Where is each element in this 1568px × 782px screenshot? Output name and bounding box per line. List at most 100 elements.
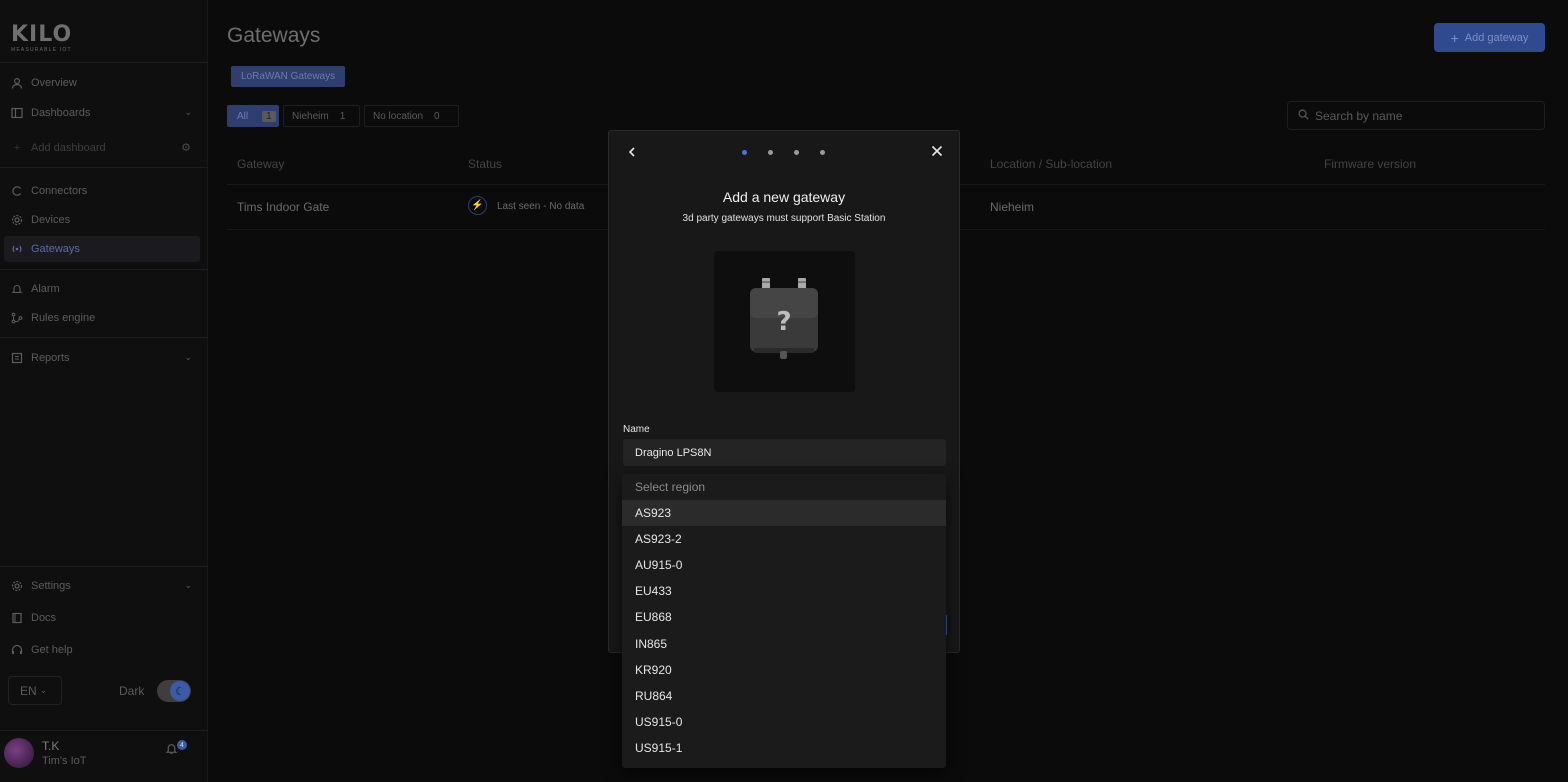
sidebar-item-label: Add dashboard [31, 142, 106, 154]
region-option-us915-1[interactable]: US915-1 [622, 735, 946, 761]
sidebar-item-reports[interactable]: Reports ⌄ [4, 345, 200, 371]
filter-label: All [237, 110, 249, 122]
location-text: Nieheim [990, 200, 1035, 214]
sidebar-item-settings[interactable]: Settings ⌄ [4, 573, 200, 599]
logo[interactable]: KILO MEASURABLE IOT [11, 22, 73, 54]
logo-text: KILO [11, 22, 73, 47]
filter-all[interactable]: All 1 [227, 105, 279, 127]
book-icon [10, 611, 24, 625]
sidebar-item-connectors[interactable]: Connectors [4, 178, 200, 204]
region-option-kr920[interactable]: KR920 [622, 657, 946, 683]
sidebar: KILO MEASURABLE IOT Overview Dashboards … [0, 0, 208, 782]
sidebar-item-overview[interactable]: Overview [4, 70, 200, 96]
region-option-as923[interactable]: AS923 [622, 500, 946, 526]
chevron-down-icon: ⌄ [184, 580, 192, 590]
sidebar-item-rules-engine[interactable]: Rules engine [4, 305, 200, 331]
flow-icon [10, 311, 24, 325]
sidebar-divider [0, 337, 208, 338]
chevron-down-icon: ⌄ [39, 685, 48, 695]
gear-icon[interactable]: ⚙ [181, 141, 191, 154]
sidebar-item-add-dashboard[interactable]: + Add dashboard ⚙ [4, 135, 200, 161]
region-select-placeholder[interactable]: Select region [622, 474, 946, 500]
sidebar-item-label: Gateways [31, 243, 80, 255]
sidebar-item-gateways[interactable]: Gateways [4, 236, 200, 262]
notification-badge: 4 [177, 740, 187, 750]
plus-icon: + [13, 142, 21, 154]
region-option-in865[interactable]: IN865 [622, 631, 946, 657]
region-dropdown[interactable]: Select region AS923 AS923-2 AU915-0 EU43… [622, 474, 946, 768]
help-icon [10, 643, 24, 657]
status-text: Last seen - No data [497, 201, 585, 212]
gear-icon [10, 213, 24, 227]
search-icon [1298, 109, 1309, 123]
page-title: Gateways [227, 24, 321, 47]
sidebar-item-alarm[interactable]: Alarm [4, 276, 200, 302]
step-dot[interactable] [768, 150, 773, 155]
sidebar-divider [0, 566, 208, 567]
filter-no-location[interactable]: No location 0 [364, 105, 459, 127]
back-chevron-icon[interactable] [627, 145, 637, 161]
moon-icon: ☾ [170, 681, 190, 701]
sidebar-divider [0, 167, 208, 168]
connector-icon [10, 184, 24, 198]
filter-nieheim[interactable]: Nieheim 1 [283, 105, 360, 127]
search-input[interactable]: Search by name [1287, 101, 1545, 130]
add-gateway-button[interactable]: + Add gateway [1434, 23, 1545, 52]
sidebar-item-label: Get help [31, 644, 73, 656]
logo-subtitle: MEASURABLE IOT [11, 47, 72, 53]
region-option-eu433[interactable]: EU433 [622, 578, 946, 604]
avatar [4, 738, 34, 768]
dark-mode-label: Dark [119, 684, 145, 698]
region-option-us915-0[interactable]: US915-0 [622, 709, 946, 735]
tab-lorawan-gateways[interactable]: LoRaWAN Gateways [231, 66, 346, 87]
region-option-eu868[interactable]: EU868 [622, 604, 946, 630]
add-gateway-label: Add gateway [1464, 31, 1529, 44]
plus-icon: + [1450, 29, 1459, 46]
column-header-gateway[interactable]: Gateway [237, 157, 284, 171]
sidebar-item-docs[interactable]: Docs [4, 605, 200, 631]
sidebar-item-label: Dashboards [31, 107, 91, 119]
filter-count: 1 [339, 110, 346, 122]
sidebar-item-label: Connectors [31, 185, 88, 197]
region-option-au915-0[interactable]: AU915-0 [622, 552, 946, 578]
chevron-down-icon: ⌄ [184, 352, 192, 362]
column-header-firmware[interactable]: Firmware version [1324, 157, 1416, 171]
sidebar-item-label: Alarm [31, 283, 60, 295]
step-dot[interactable] [794, 150, 799, 155]
sidebar-item-label: Settings [31, 580, 71, 592]
language-value: EN [20, 683, 37, 698]
name-input-value: Dragino LPS8N [635, 446, 712, 459]
sidebar-item-label: Overview [31, 77, 77, 89]
sidebar-divider [0, 730, 208, 731]
sidebar-item-label: Docs [31, 612, 57, 624]
search-placeholder: Search by name [1315, 108, 1403, 123]
region-option-ru864[interactable]: RU864 [622, 683, 946, 709]
gateway-device-image: ? [714, 251, 855, 392]
settings-icon [10, 579, 24, 593]
step-dot[interactable] [820, 150, 825, 155]
column-header-location[interactable]: Location / Sub-location [990, 157, 1112, 171]
filter-label: Nieheim [292, 110, 329, 122]
dashboard-icon [10, 106, 24, 120]
sidebar-item-devices[interactable]: Devices [4, 207, 200, 233]
step-indicator [742, 150, 825, 155]
region-option-as923-2[interactable]: AS923-2 [622, 526, 946, 552]
step-dot[interactable] [742, 150, 747, 155]
name-label: Name [623, 424, 650, 435]
column-header-status[interactable]: Status [468, 157, 502, 171]
sidebar-item-get-help[interactable]: Get help [4, 637, 200, 663]
name-input[interactable]: Dragino LPS8N [623, 439, 946, 466]
sidebar-divider [0, 269, 208, 270]
sidebar-divider [0, 62, 208, 63]
sidebar-item-dashboards[interactable]: Dashboards ⌄ [4, 100, 200, 126]
chevron-down-icon: ⌄ [184, 107, 192, 117]
dark-mode-toggle[interactable]: ☾ [157, 680, 191, 702]
sidebar-item-label: Rules engine [31, 312, 96, 324]
antenna-icon [10, 242, 24, 256]
close-icon[interactable] [931, 144, 943, 162]
language-select[interactable]: EN ⌄ [8, 676, 62, 705]
gateway-name[interactable]: Tims Indoor Gate [237, 200, 329, 214]
lightning-icon: ⚡ [468, 196, 487, 215]
sidebar-item-label: Reports [31, 352, 70, 364]
modal-title: Add a new gateway [722, 189, 846, 205]
